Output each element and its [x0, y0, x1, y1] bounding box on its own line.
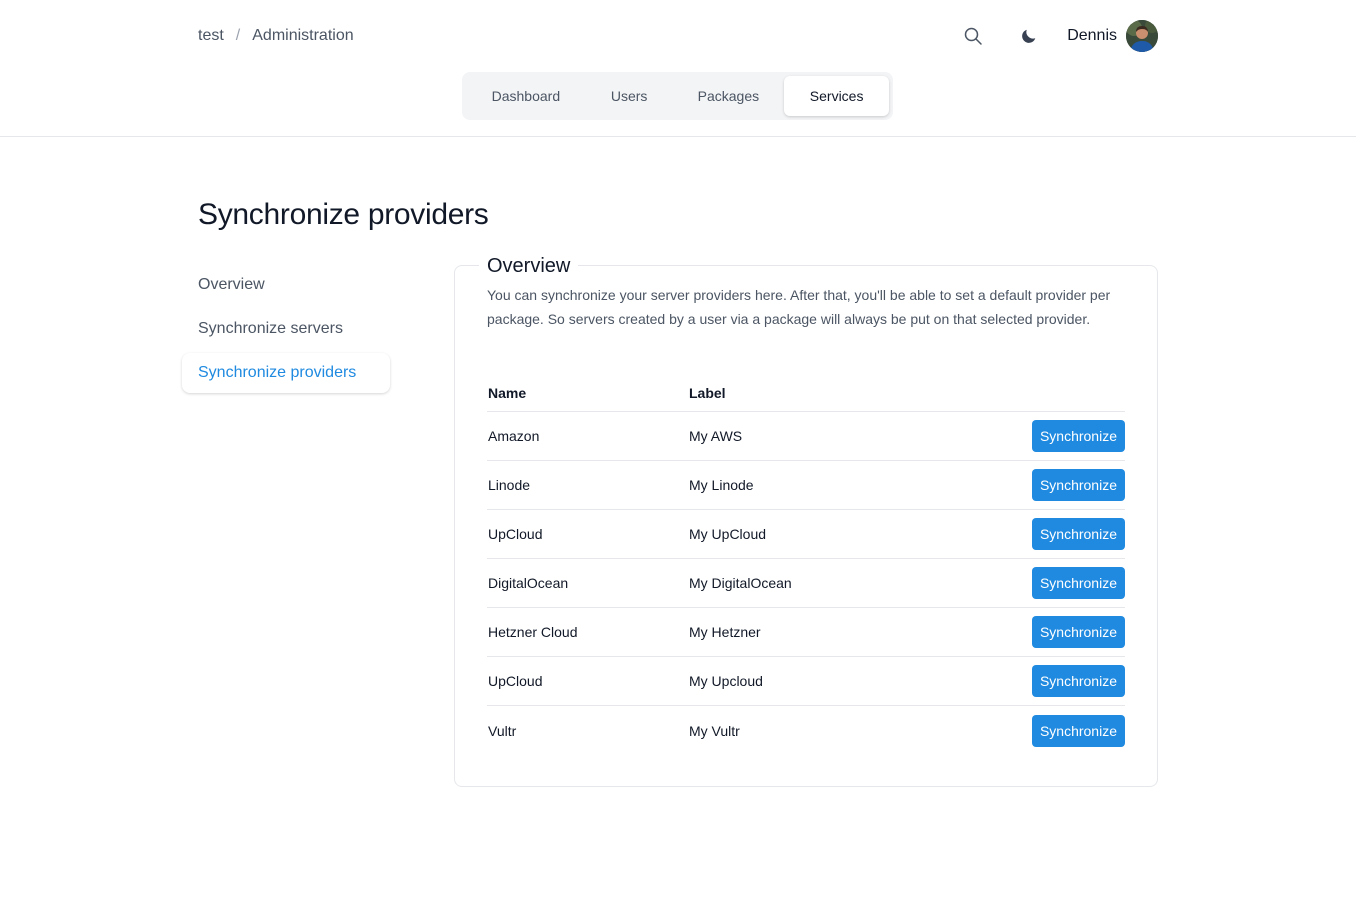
action-cell: Synchronize [1005, 714, 1125, 747]
table-row: Hetzner Cloud My Hetzner Synchronize [487, 608, 1125, 657]
side-nav: Overview Synchronize servers Synchronize… [182, 265, 390, 397]
provider-name: Linode [488, 477, 531, 493]
column-header-name: Name [488, 385, 527, 401]
provider-name: Amazon [488, 428, 540, 444]
provider-label: My Upcloud [689, 673, 763, 689]
synchronize-button[interactable]: Synchronize [1031, 469, 1125, 501]
avatar[interactable] [1126, 20, 1158, 52]
provider-label: My AWS [689, 428, 743, 444]
table-row: UpCloud My Upcloud Synchronize [487, 657, 1125, 706]
card-legend: Overview [479, 253, 579, 279]
search-icon [964, 27, 982, 45]
avatar-image [1126, 20, 1158, 52]
moon-icon [1022, 29, 1036, 43]
breadcrumb-separator: / [235, 27, 241, 44]
side-nav-synchronize-servers[interactable]: Synchronize servers [182, 309, 390, 349]
table-row: UpCloud My UpCloud Synchronize [487, 510, 1125, 559]
provider-name: DigitalOcean [488, 575, 569, 591]
synchronize-button[interactable]: Synchronize [1031, 518, 1125, 550]
action-cell: Synchronize [1005, 665, 1125, 697]
provider-name: UpCloud [488, 673, 543, 689]
provider-name: UpCloud [488, 526, 543, 542]
overview-card: Overview You can synchronize your server… [454, 253, 1158, 787]
synchronize-button[interactable]: Synchronize [1031, 714, 1125, 747]
synchronize-button[interactable]: Synchronize [1031, 567, 1125, 599]
action-cell: Synchronize [1005, 567, 1125, 599]
table-row: Vultr My Vultr Synchronize [487, 706, 1125, 755]
header-actions: Dennis [957, 20, 1158, 52]
action-cell: Synchronize [1005, 420, 1125, 452]
provider-label: My DigitalOcean [689, 575, 792, 591]
page-title: Synchronize providers [198, 198, 489, 231]
search-button[interactable] [957, 20, 989, 52]
tab-services[interactable]: Services [784, 76, 889, 116]
column-header-label: Label [689, 385, 726, 401]
synchronize-button[interactable]: Synchronize [1031, 420, 1125, 452]
side-nav-overview[interactable]: Overview [182, 265, 390, 305]
main-tabs: Dashboard Users Packages Services [462, 72, 893, 120]
provider-label: My Linode [689, 477, 754, 493]
action-cell: Synchronize [1005, 518, 1125, 550]
breadcrumb-current[interactable]: Administration [252, 27, 353, 45]
tab-dashboard[interactable]: Dashboard [466, 76, 586, 116]
action-cell: Synchronize [1005, 616, 1125, 648]
provider-label: My Hetzner [689, 624, 761, 640]
table-row: DigitalOcean My DigitalOcean Synchronize [487, 559, 1125, 608]
table-row: Linode My Linode Synchronize [487, 461, 1125, 510]
tab-users[interactable]: Users [586, 76, 673, 116]
side-nav-synchronize-providers[interactable]: Synchronize providers [182, 353, 390, 393]
card-description: You can synchronize your server provider… [487, 287, 1111, 327]
theme-toggle-button[interactable] [1013, 20, 1045, 52]
breadcrumb-root-link[interactable]: test [198, 27, 224, 45]
tab-packages[interactable]: Packages [673, 76, 785, 116]
provider-name: Hetzner Cloud [488, 624, 578, 640]
table-row: Amazon My AWS Synchronize [487, 412, 1125, 461]
synchronize-button[interactable]: Synchronize [1031, 616, 1125, 648]
provider-label: My Vultr [689, 722, 740, 739]
top-header: test / Administration Dennis Dashboard U… [0, 0, 1356, 137]
provider-name: Vultr [488, 722, 517, 739]
action-cell: Synchronize [1005, 469, 1125, 501]
providers-table: Name Label Amazon My AWS Synchronize Lin… [487, 375, 1125, 755]
user-name[interactable]: Dennis [1067, 27, 1117, 45]
breadcrumb: test / Administration [198, 26, 354, 46]
synchronize-button[interactable]: Synchronize [1031, 665, 1125, 697]
table-header: Name Label [487, 375, 1125, 412]
provider-label: My UpCloud [689, 526, 767, 542]
